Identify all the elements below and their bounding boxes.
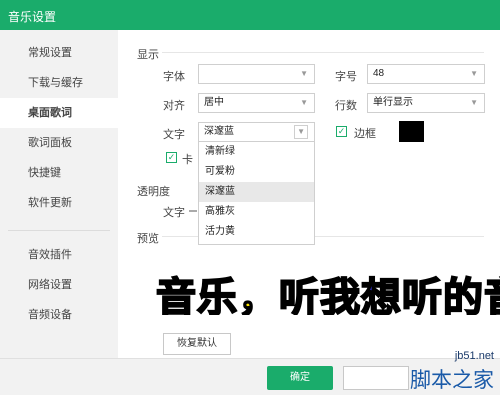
lyric-unsung-part: 音乐，听 [156,274,320,315]
align-label: 对齐 [163,100,185,112]
lines-select[interactable]: 单行显示 ▼ [367,93,485,113]
preview-lyric-text: 音乐，听我想听的音 [156,265,500,315]
text-color-select[interactable]: 深邃蓝 ▼ [198,122,315,142]
border-checkbox[interactable]: ✓ [336,126,347,137]
dropdown-option-vital-yellow[interactable]: 活力黄 [199,222,314,242]
title-bar: 音乐设置 [0,0,500,30]
lines-label: 行数 [335,100,357,112]
cancel-button[interactable] [343,366,409,390]
ok-button[interactable]: 确定 [267,366,333,390]
font-size-value: 48 [373,68,385,79]
sidebar: 常规设置 下载与缓存 桌面歌词 歌词面板 快捷键 软件更新 音效插件 网络设置 … [0,30,118,358]
align-select[interactable]: 居中 ▼ [198,93,315,113]
sidebar-item-lyrics-panel[interactable]: 歌词面板 [0,128,118,158]
preview-section-title: 预览 [137,233,159,245]
reset-default-button[interactable]: 恢复默认 [163,333,231,355]
transparency-slider[interactable] [189,210,197,212]
sidebar-item-general[interactable]: 常规设置 [0,38,118,68]
font-select[interactable]: ▼ [198,64,315,84]
chevron-down-icon: ▼ [470,98,478,107]
chevron-down-icon: ▼ [300,98,308,107]
karaoke-checkbox[interactable]: ✓ [166,152,177,163]
section-divider [162,52,484,53]
chevron-down-icon: ▼ [300,69,308,78]
window-title: 音乐设置 [8,10,57,24]
font-size-select[interactable]: 48 ▼ [367,64,485,84]
sidebar-item-desktop-lyrics[interactable]: 桌面歌词 [0,98,118,128]
chevron-down-icon: ▼ [294,125,308,139]
sidebar-item-sound-plugins[interactable]: 音效插件 [0,240,118,270]
lines-value: 单行显示 [373,97,413,108]
font-size-label: 字号 [335,71,357,83]
dropdown-option-elegant-gray[interactable]: 高雅灰 [199,202,314,222]
watermark-site: jb51.net [454,350,494,362]
karaoke-label: 卡 [182,154,193,166]
chevron-down-icon: ▼ [470,69,478,78]
watermark-name: 脚本之家 [410,368,494,392]
lyric-unsung-tail: 音 [483,274,500,315]
text-color-label: 文字 [163,129,185,141]
dropdown-option-fresh-green[interactable]: 清新绿 [199,142,314,162]
sidebar-item-shortcuts[interactable]: 快捷键 [0,158,118,188]
align-value: 居中 [204,97,224,108]
lyrics-preview: 音乐，听我想听的音 [156,263,500,315]
dropdown-option-deep-blue[interactable]: 深邃蓝 [199,182,314,202]
border-label: 边框 [354,128,376,140]
sidebar-divider [8,230,110,231]
display-section-title: 显示 [137,49,159,61]
font-label: 字体 [163,71,185,83]
sidebar-item-network[interactable]: 网络设置 [0,270,118,300]
text-color-value: 深邃蓝 [204,126,234,137]
lyric-sung-part: 我想听的 [319,274,484,315]
dropdown-option-cute-pink[interactable]: 可爱粉 [199,162,314,182]
transparency-text-label: 文字 [163,207,185,219]
sidebar-item-software-update[interactable]: 软件更新 [0,188,118,218]
text-color-dropdown: 清新绿 可爱粉 深邃蓝 高雅灰 活力黄 [198,141,315,245]
sidebar-item-download-cache[interactable]: 下载与缓存 [0,68,118,98]
border-color-swatch[interactable] [399,121,424,142]
transparency-section-title: 透明度 [137,186,170,198]
sidebar-item-audio-device[interactable]: 音频设备 [0,300,118,330]
